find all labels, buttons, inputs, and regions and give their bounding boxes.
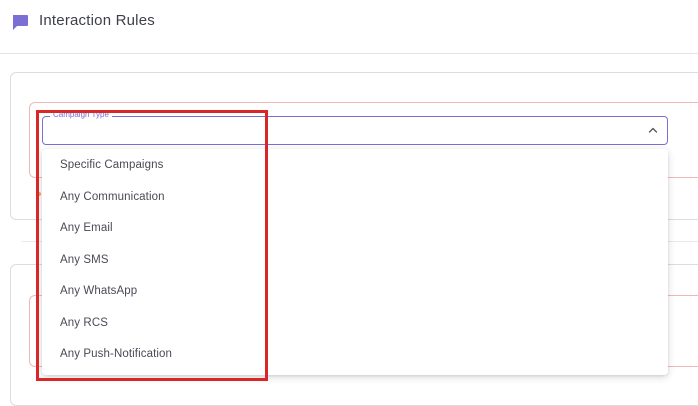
annotation-highlight-box xyxy=(36,110,268,381)
chat-bubble-icon xyxy=(13,15,28,30)
page-title: Interaction Rules xyxy=(39,12,155,29)
page-header: Interaction Rules xyxy=(0,0,698,54)
chevron-up-icon[interactable] xyxy=(648,126,658,134)
